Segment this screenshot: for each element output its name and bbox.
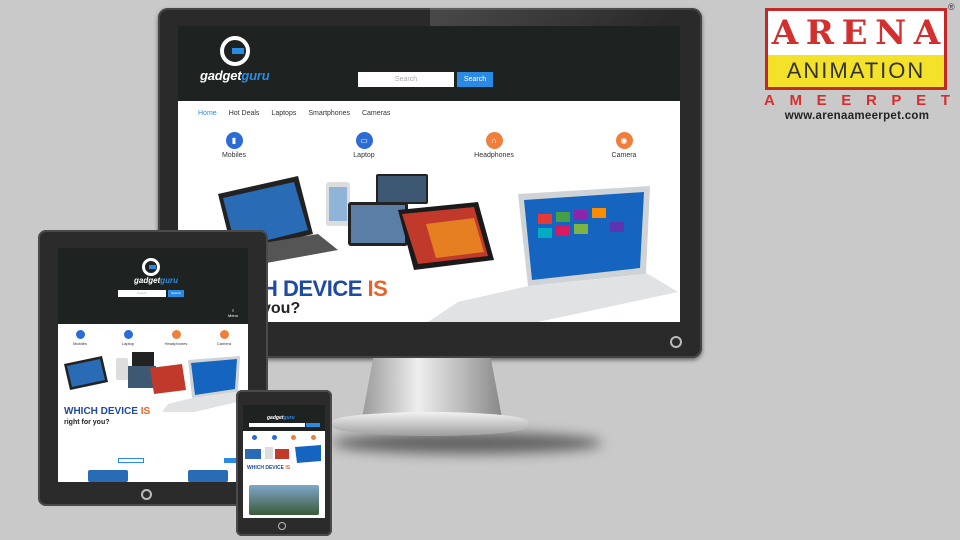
tablet-category-mobiles[interactable]: Mobiles bbox=[62, 330, 98, 346]
gadget-guru-logo-icon[interactable] bbox=[142, 258, 160, 276]
main-nav: Home Hot Deals Laptops Smartphones Camer… bbox=[198, 110, 390, 117]
search-button[interactable]: Search bbox=[457, 72, 493, 87]
site-logo-text[interactable]: gadgetguru bbox=[200, 68, 280, 83]
camera-icon[interactable] bbox=[310, 435, 316, 440]
nav-smartphones[interactable]: Smartphones bbox=[308, 110, 350, 117]
phone-category-row bbox=[245, 435, 323, 441]
tablet-screen: gadgetguru Search Search ≡ Menu Mobiles L… bbox=[58, 248, 248, 482]
tablet-search-button[interactable]: Search bbox=[168, 290, 184, 297]
mobile-icon: ▮ bbox=[225, 132, 243, 149]
arena-branch-name: AMEERPET bbox=[764, 92, 950, 109]
nav-laptops[interactable]: Laptops bbox=[271, 110, 296, 117]
product-thumbnail[interactable] bbox=[249, 485, 319, 515]
tablet-category-laptop[interactable]: Laptop bbox=[110, 330, 146, 346]
stand-shadow bbox=[332, 432, 602, 454]
arena-animation-text: ANIMATION bbox=[768, 55, 944, 87]
phone-hero-image bbox=[245, 445, 321, 463]
phone-site-header: gadgetguru bbox=[243, 405, 325, 431]
tablet-logo-text[interactable]: gadgetguru bbox=[134, 276, 178, 285]
camera-icon bbox=[219, 330, 229, 339]
category-laptop[interactable]: ▭ Laptop bbox=[334, 132, 394, 159]
category-camera[interactable]: ◉ Camera bbox=[594, 132, 654, 159]
tablet-category-headphones[interactable]: Headphones bbox=[158, 330, 194, 346]
power-icon[interactable] bbox=[141, 489, 152, 500]
mobile-icon[interactable] bbox=[252, 435, 258, 440]
headphones-icon bbox=[171, 330, 181, 339]
camera-icon: ◉ bbox=[615, 132, 633, 149]
headphones-icon: ∩ bbox=[485, 132, 503, 149]
gadget-guru-logo-icon[interactable] bbox=[220, 36, 250, 66]
tablet-menu-button[interactable]: ≡ Menu bbox=[228, 308, 238, 318]
phone-logo-text[interactable]: gadgetguru bbox=[267, 415, 295, 421]
power-icon[interactable] bbox=[278, 522, 286, 530]
tablet-search-input[interactable]: Search bbox=[118, 290, 166, 297]
tablet-hero-subheadline: right for you? bbox=[64, 419, 110, 426]
tablet-category-camera[interactable]: Camera bbox=[206, 330, 242, 346]
category-mobiles[interactable]: ▮ Mobiles bbox=[204, 132, 264, 159]
nav-home[interactable]: Home bbox=[198, 110, 217, 117]
product-thumbnail[interactable] bbox=[88, 470, 128, 482]
arena-website[interactable]: www.arenaameerpet.com bbox=[764, 110, 950, 122]
mobile-icon bbox=[75, 330, 85, 339]
tablet-hero-headline: WHICH DEVICE IS bbox=[64, 406, 151, 417]
arena-wordmark: ARENA bbox=[771, 13, 941, 53]
category-headphones[interactable]: ∩ Headphones bbox=[464, 132, 524, 159]
phone-search-input[interactable] bbox=[249, 423, 305, 427]
search-input[interactable]: Search bbox=[358, 72, 454, 87]
laptop-icon bbox=[123, 330, 133, 339]
tablet-card-button[interactable] bbox=[118, 458, 144, 463]
monitor-stand bbox=[362, 358, 502, 418]
phone-hero-headline: WHICH DEVICE IS bbox=[247, 465, 291, 471]
registered-mark: ® bbox=[948, 2, 955, 12]
product-thumbnail[interactable] bbox=[188, 470, 228, 482]
laptop-icon[interactable] bbox=[271, 435, 277, 440]
phone-screen: gadgetguru WHICH DEVICE IS bbox=[243, 405, 325, 518]
tablet-site-header: gadgetguru Search Search ≡ Menu bbox=[58, 248, 248, 324]
headphones-icon[interactable] bbox=[291, 435, 297, 440]
phone-search-button[interactable] bbox=[306, 423, 320, 427]
hero-headline: H DEVICE IS bbox=[262, 276, 388, 301]
monitor-base bbox=[332, 412, 528, 436]
site-header: gadgetguru Search Search bbox=[178, 26, 680, 101]
power-icon[interactable] bbox=[670, 336, 682, 348]
nav-hot-deals[interactable]: Hot Deals bbox=[229, 110, 260, 117]
nav-cameras[interactable]: Cameras bbox=[362, 110, 390, 117]
laptop-icon: ▭ bbox=[355, 132, 373, 149]
